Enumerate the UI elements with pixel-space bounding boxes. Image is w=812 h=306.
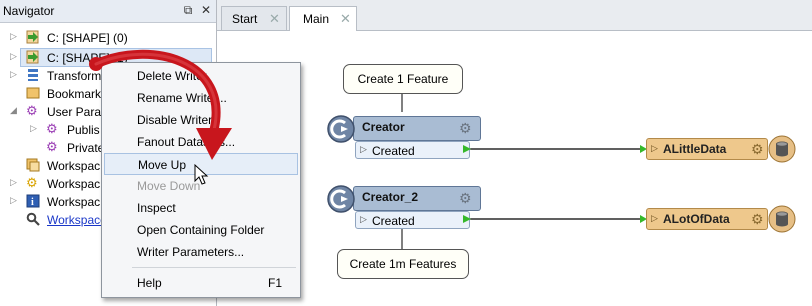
annotation-arrow-icon: [89, 49, 232, 160]
